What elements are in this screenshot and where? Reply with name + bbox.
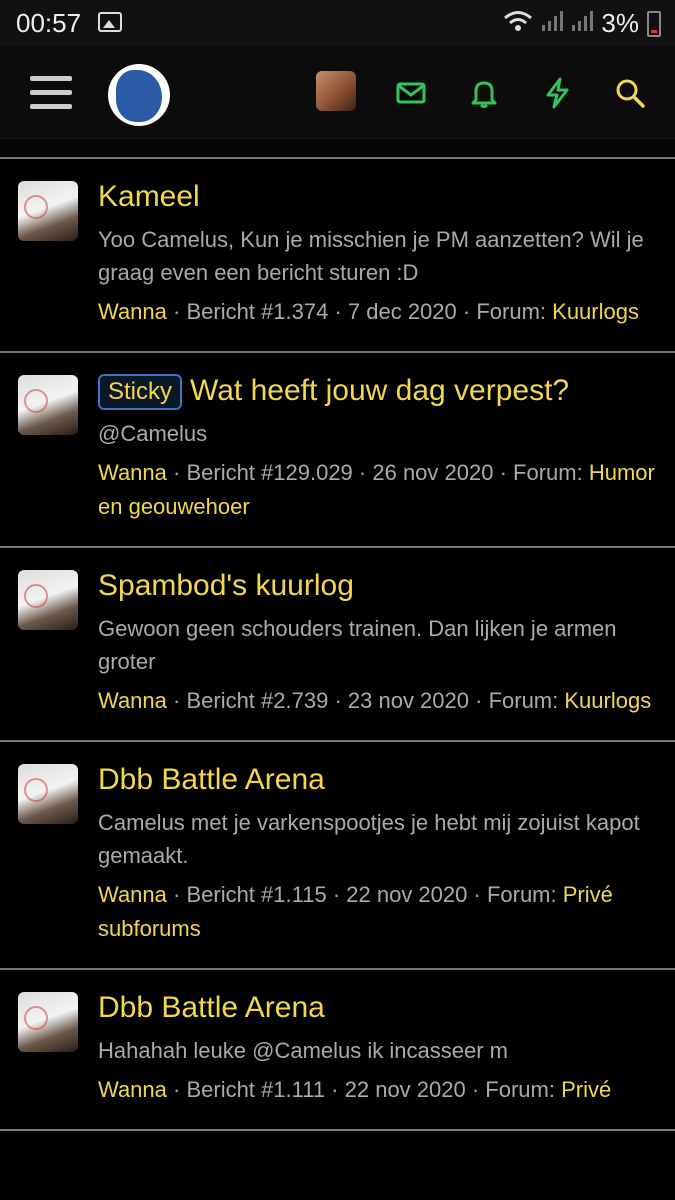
lightning-icon[interactable]: [540, 76, 574, 110]
post-meta: Wanna · Bericht #1.111 · 22 nov 2020 · F…: [98, 1077, 612, 1102]
avatar[interactable]: [18, 764, 78, 824]
post-number: Bericht #129.029: [186, 460, 353, 485]
post-date: 23 nov 2020: [347, 688, 469, 713]
bell-icon[interactable]: [467, 76, 501, 110]
status-bar: 00:57 3%: [0, 0, 675, 46]
post-meta: Wanna · Bericht #2.739 · 23 nov 2020 · F…: [98, 688, 652, 713]
forum-label: Forum:: [488, 688, 559, 713]
thread-title-row: Sticky Wat heeft jouw dag verpest?: [98, 371, 657, 411]
battery-icon: [647, 10, 661, 37]
post-snippet[interactable]: Gewoon geen schouders trainen. Dan lijke…: [98, 612, 657, 678]
thread-title[interactable]: Dbb Battle Arena: [98, 988, 657, 1028]
avatar[interactable]: [18, 992, 78, 1052]
forum-link[interactable]: Kuurlogs: [552, 299, 639, 324]
top-navbar: [0, 46, 675, 139]
username-link[interactable]: Wanna: [98, 299, 167, 324]
post-meta: Wanna · Bericht #1.374 · 7 dec 2020 · Fo…: [98, 299, 639, 324]
post-snippet[interactable]: Yoo Camelus, Kun je misschien je PM aanz…: [98, 223, 657, 289]
forum-link[interactable]: Kuurlogs: [564, 688, 651, 713]
post-number: Bericht #2.739: [186, 688, 329, 713]
mail-icon[interactable]: [394, 76, 428, 110]
post-meta: Wanna · Bericht #1.115 · 22 nov 2020 · F…: [98, 882, 613, 941]
divider: [0, 139, 675, 159]
list-item[interactable]: Kameel Yoo Camelus, Kun je misschien je …: [0, 159, 675, 353]
post-date: 7 dec 2020: [347, 299, 457, 324]
post-number: Bericht #1.374: [186, 299, 329, 324]
site-logo[interactable]: [108, 64, 170, 126]
user-avatar[interactable]: [316, 71, 356, 111]
post-snippet[interactable]: @Camelus: [98, 417, 657, 450]
username-link[interactable]: Wanna: [98, 1077, 167, 1102]
forum-label: Forum:: [485, 1077, 555, 1102]
post-date: 22 nov 2020: [346, 882, 468, 907]
post-snippet[interactable]: Camelus met je varkenspootjes je hebt mi…: [98, 806, 657, 872]
wifi-icon: [503, 8, 533, 39]
forum-link[interactable]: Privé: [561, 1077, 611, 1102]
status-time: 00:57: [16, 8, 82, 38]
forum-label: Forum:: [513, 460, 583, 485]
post-number: Bericht #1.115: [186, 882, 327, 907]
post-snippet[interactable]: Hahahah leuke @Camelus ik incasseer m: [98, 1034, 657, 1067]
alerts-list: Kameel Yoo Camelus, Kun je misschien je …: [0, 159, 675, 1131]
forum-label: Forum:: [486, 882, 557, 907]
post-meta: Wanna · Bericht #129.029 · 26 nov 2020 ·…: [98, 460, 655, 519]
gallery-icon: [98, 12, 122, 32]
avatar[interactable]: [18, 570, 78, 630]
list-item[interactable]: Dbb Battle Arena Camelus met je varkensp…: [0, 742, 675, 970]
post-number: Bericht #1.111: [186, 1077, 326, 1102]
list-item[interactable]: Spambod's kuurlog Gewoon geen schouders …: [0, 548, 675, 742]
post-date: 22 nov 2020: [344, 1077, 466, 1102]
avatar[interactable]: [18, 375, 78, 435]
post-date: 26 nov 2020: [372, 460, 494, 485]
list-item[interactable]: Sticky Wat heeft jouw dag verpest? @Camel…: [0, 353, 675, 548]
username-link[interactable]: Wanna: [98, 688, 167, 713]
thread-title[interactable]: Spambod's kuurlog: [98, 566, 657, 606]
status-right: 3%: [503, 8, 661, 39]
username-link[interactable]: Wanna: [98, 882, 167, 907]
signal-icon-2: [571, 8, 594, 39]
thread-title[interactable]: Dbb Battle Arena: [98, 760, 657, 800]
menu-icon[interactable]: [30, 76, 72, 110]
thread-title[interactable]: Kameel: [98, 177, 657, 217]
thread-title[interactable]: Wat heeft jouw dag verpest?: [190, 374, 569, 407]
avatar[interactable]: [18, 181, 78, 241]
battery-text: 3%: [601, 8, 639, 38]
sticky-badge: Sticky: [98, 374, 183, 411]
search-icon[interactable]: [613, 76, 647, 110]
list-item[interactable]: Dbb Battle Arena Hahahah leuke @Camelus …: [0, 970, 675, 1131]
forum-label: Forum:: [476, 299, 547, 324]
username-link[interactable]: Wanna: [98, 460, 167, 485]
signal-icon-1: [541, 8, 564, 39]
